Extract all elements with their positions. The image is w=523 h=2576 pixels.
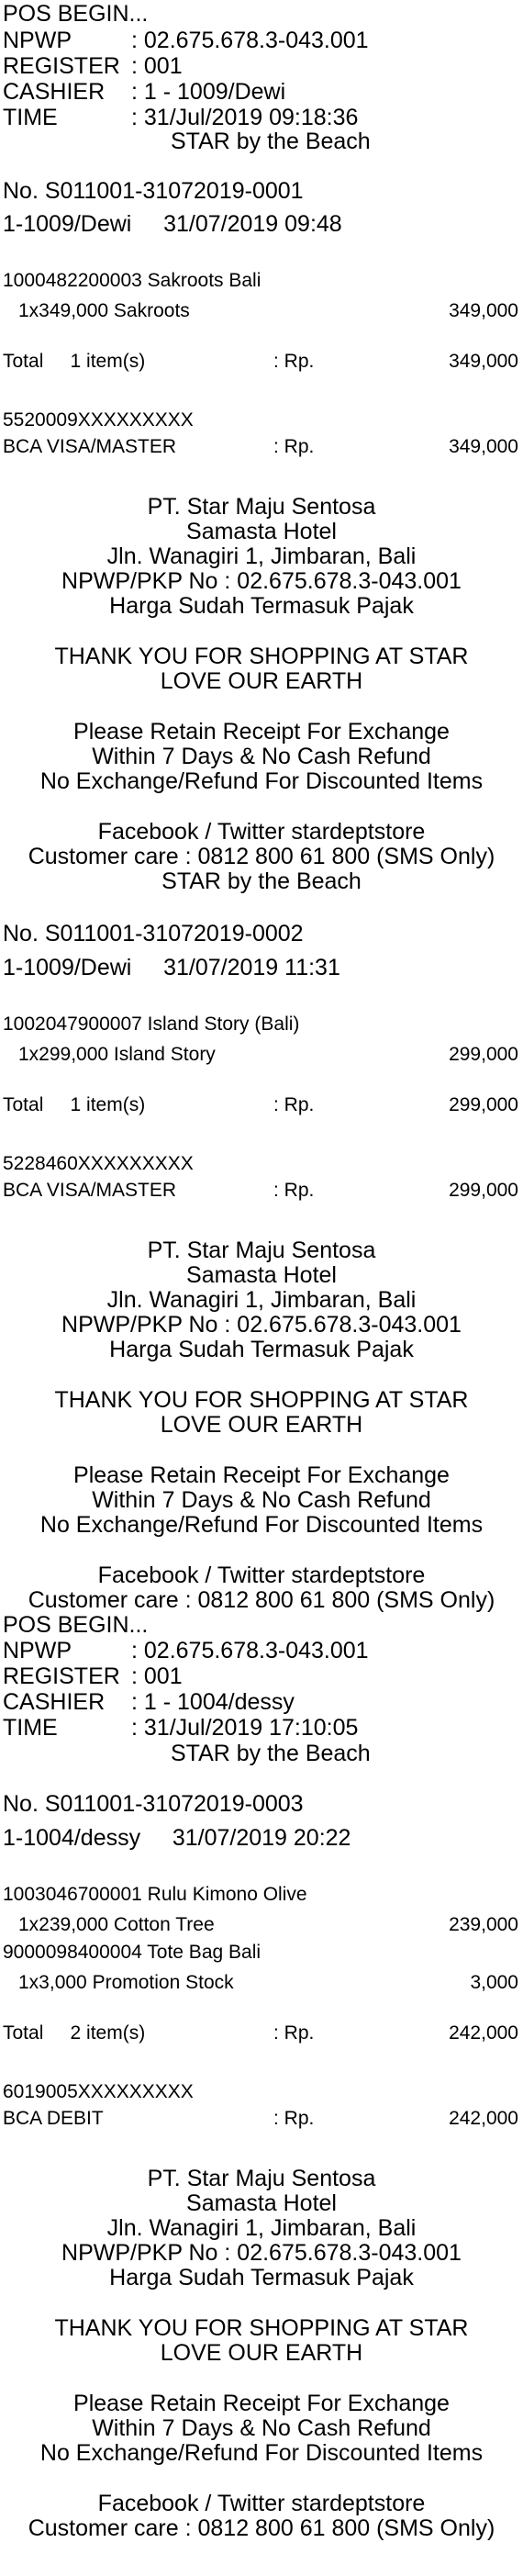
register-value: : 001 bbox=[131, 53, 183, 79]
payment-currency: : Rp. bbox=[273, 2108, 315, 2129]
footer-customer-care: Customer care : 0812 800 61 800 (SMS Onl… bbox=[28, 844, 495, 869]
npwp-label: NPWP bbox=[3, 1638, 72, 1663]
item-code: 1000482200003 Sakroots Bali bbox=[3, 270, 262, 291]
footer-exchange-window: Within 7 Days & No Cash Refund bbox=[92, 2415, 431, 2441]
item-code: 9000098400004 Tote Bag Bali bbox=[3, 1942, 262, 1963]
cashier-value: : 1 - 1009/Dewi bbox=[131, 79, 286, 105]
receipt-page: POS BEGIN... NPWP : 02.675.678.3-043.001… bbox=[0, 0, 523, 2576]
item-code: 1003046700001 Rulu Kimono Olive bbox=[3, 1884, 307, 1905]
time-value: : 31/Jul/2019 17:10:05 bbox=[131, 1715, 359, 1741]
cashier-value: : 1 - 1004/dessy bbox=[131, 1689, 295, 1715]
card-number: 5520009XXXXXXXXX bbox=[3, 409, 194, 431]
payment-amount: 299,000 bbox=[449, 1180, 518, 1201]
transaction-number: No. S011001-31072019-0002 bbox=[3, 921, 304, 946]
footer-retain-receipt: Please Retain Receipt For Exchange bbox=[73, 2391, 450, 2416]
footer-customer-care: Customer care : 0812 800 61 800 (SMS Onl… bbox=[28, 2515, 495, 2541]
footer-no-refund: No Exchange/Refund For Discounted Items bbox=[39, 1512, 484, 1538]
footer-address: Jln. Wanagiri 1, Jimbaran, Bali bbox=[106, 1287, 417, 1313]
footer-no-refund: No Exchange/Refund For Discounted Items bbox=[39, 768, 484, 794]
total-currency: : Rp. bbox=[273, 1094, 315, 1115]
total-amount: 349,000 bbox=[449, 351, 518, 372]
pos-begin-label: POS BEGIN... bbox=[3, 1612, 149, 1638]
npwp-label: NPWP bbox=[3, 28, 72, 53]
footer-company: PT. Star Maju Sentosa bbox=[147, 494, 376, 520]
item-code: 1002047900007 Island Story (Bali) bbox=[3, 1014, 300, 1035]
npwp-value: : 02.675.678.3-043.001 bbox=[131, 28, 369, 53]
total-currency: : Rp. bbox=[273, 351, 315, 372]
register-label: REGISTER bbox=[3, 1663, 120, 1689]
npwp-value: : 02.675.678.3-043.001 bbox=[131, 1638, 369, 1663]
footer-thanks: THANK YOU FOR SHOPPING AT STAR bbox=[54, 644, 469, 669]
total-label: Total 2 item(s) bbox=[3, 2022, 146, 2044]
item-amount: 3,000 bbox=[470, 1972, 518, 1993]
payment-amount: 349,000 bbox=[449, 436, 518, 457]
payment-currency: : Rp. bbox=[273, 1180, 315, 1201]
footer-tax-note: Harga Sudah Termasuk Pajak bbox=[109, 2265, 414, 2290]
footer-love-earth: LOVE OUR EARTH bbox=[160, 2340, 363, 2366]
item-amount: 239,000 bbox=[449, 1914, 518, 1935]
card-number: 5228460XXXXXXXXX bbox=[3, 1153, 194, 1174]
footer-thanks: THANK YOU FOR SHOPPING AT STAR bbox=[54, 1387, 469, 1413]
total-label: Total 1 item(s) bbox=[3, 1094, 146, 1115]
item-description: 1x3,000 Promotion Stock bbox=[18, 1972, 234, 1993]
payment-currency: : Rp. bbox=[273, 436, 315, 457]
payment-method: BCA DEBIT bbox=[3, 2108, 104, 2129]
footer-tax-note: Harga Sudah Termasuk Pajak bbox=[109, 1337, 414, 1362]
transaction-number: No. S011001-31072019-0001 bbox=[3, 178, 304, 204]
payment-method: BCA VISA/MASTER bbox=[3, 436, 177, 457]
cashier-datetime: 1-1009/Dewi 31/07/2019 11:31 bbox=[3, 955, 340, 980]
store-name: STAR by the Beach bbox=[161, 868, 362, 894]
time-label: TIME bbox=[3, 1715, 58, 1741]
footer-customer-care: Customer care : 0812 800 61 800 (SMS Onl… bbox=[28, 1587, 495, 1613]
footer-npwp-pkp: NPWP/PKP No : 02.675.678.3-043.001 bbox=[61, 568, 462, 594]
footer-retain-receipt: Please Retain Receipt For Exchange bbox=[73, 1462, 450, 1488]
register-value: : 001 bbox=[131, 1663, 183, 1689]
cashier-datetime: 1-1009/Dewi 31/07/2019 09:48 bbox=[3, 211, 342, 237]
footer-retain-receipt: Please Retain Receipt For Exchange bbox=[73, 719, 450, 745]
payment-method: BCA VISA/MASTER bbox=[3, 1180, 177, 1201]
footer-address: Jln. Wanagiri 1, Jimbaran, Bali bbox=[106, 543, 417, 569]
footer-exchange-window: Within 7 Days & No Cash Refund bbox=[92, 1487, 431, 1513]
cashier-datetime: 1-1004/dessy 31/07/2019 20:22 bbox=[3, 1825, 351, 1851]
footer-npwp-pkp: NPWP/PKP No : 02.675.678.3-043.001 bbox=[61, 2240, 462, 2266]
total-label: Total 1 item(s) bbox=[3, 351, 146, 372]
footer-npwp-pkp: NPWP/PKP No : 02.675.678.3-043.001 bbox=[61, 1312, 462, 1338]
item-amount: 299,000 bbox=[449, 1044, 518, 1065]
payment-amount: 242,000 bbox=[449, 2108, 518, 2129]
footer-company: PT. Star Maju Sentosa bbox=[147, 2166, 376, 2191]
footer-social: Facebook / Twitter stardeptstore bbox=[97, 2491, 426, 2516]
footer-social: Facebook / Twitter stardeptstore bbox=[97, 819, 426, 845]
footer-thanks: THANK YOU FOR SHOPPING AT STAR bbox=[54, 2315, 469, 2341]
footer-company: PT. Star Maju Sentosa bbox=[147, 1238, 376, 1263]
pos-begin-label: POS BEGIN... bbox=[3, 1, 149, 27]
total-currency: : Rp. bbox=[273, 2022, 315, 2044]
store-name: STAR by the Beach bbox=[171, 129, 371, 154]
item-description: 1x299,000 Island Story bbox=[18, 1044, 216, 1065]
item-amount: 349,000 bbox=[449, 300, 518, 321]
footer-no-refund: No Exchange/Refund For Discounted Items bbox=[39, 2440, 484, 2466]
footer-address: Jln. Wanagiri 1, Jimbaran, Bali bbox=[106, 2215, 417, 2241]
register-label: REGISTER bbox=[3, 53, 120, 79]
footer-love-earth: LOVE OUR EARTH bbox=[160, 668, 363, 694]
footer-social: Facebook / Twitter stardeptstore bbox=[97, 1562, 426, 1588]
cashier-label: CASHIER bbox=[3, 79, 106, 105]
footer-location: Samasta Hotel bbox=[186, 1262, 337, 1288]
time-value: : 31/Jul/2019 09:18:36 bbox=[131, 105, 359, 130]
total-amount: 242,000 bbox=[449, 2022, 518, 2044]
footer-love-earth: LOVE OUR EARTH bbox=[160, 1412, 363, 1438]
footer-location: Samasta Hotel bbox=[186, 2190, 337, 2216]
cashier-label: CASHIER bbox=[3, 1689, 106, 1715]
card-number: 6019005XXXXXXXXX bbox=[3, 2081, 194, 2102]
time-label: TIME bbox=[3, 105, 58, 130]
transaction-number: No. S011001-31072019-0003 bbox=[3, 1791, 304, 1817]
item-description: 1x349,000 Sakroots bbox=[18, 300, 190, 321]
footer-tax-note: Harga Sudah Termasuk Pajak bbox=[109, 593, 414, 619]
store-name: STAR by the Beach bbox=[171, 1741, 371, 1766]
total-amount: 299,000 bbox=[449, 1094, 518, 1115]
item-description: 1x239,000 Cotton Tree bbox=[18, 1914, 215, 1935]
footer-location: Samasta Hotel bbox=[186, 519, 337, 544]
footer-exchange-window: Within 7 Days & No Cash Refund bbox=[92, 744, 431, 769]
